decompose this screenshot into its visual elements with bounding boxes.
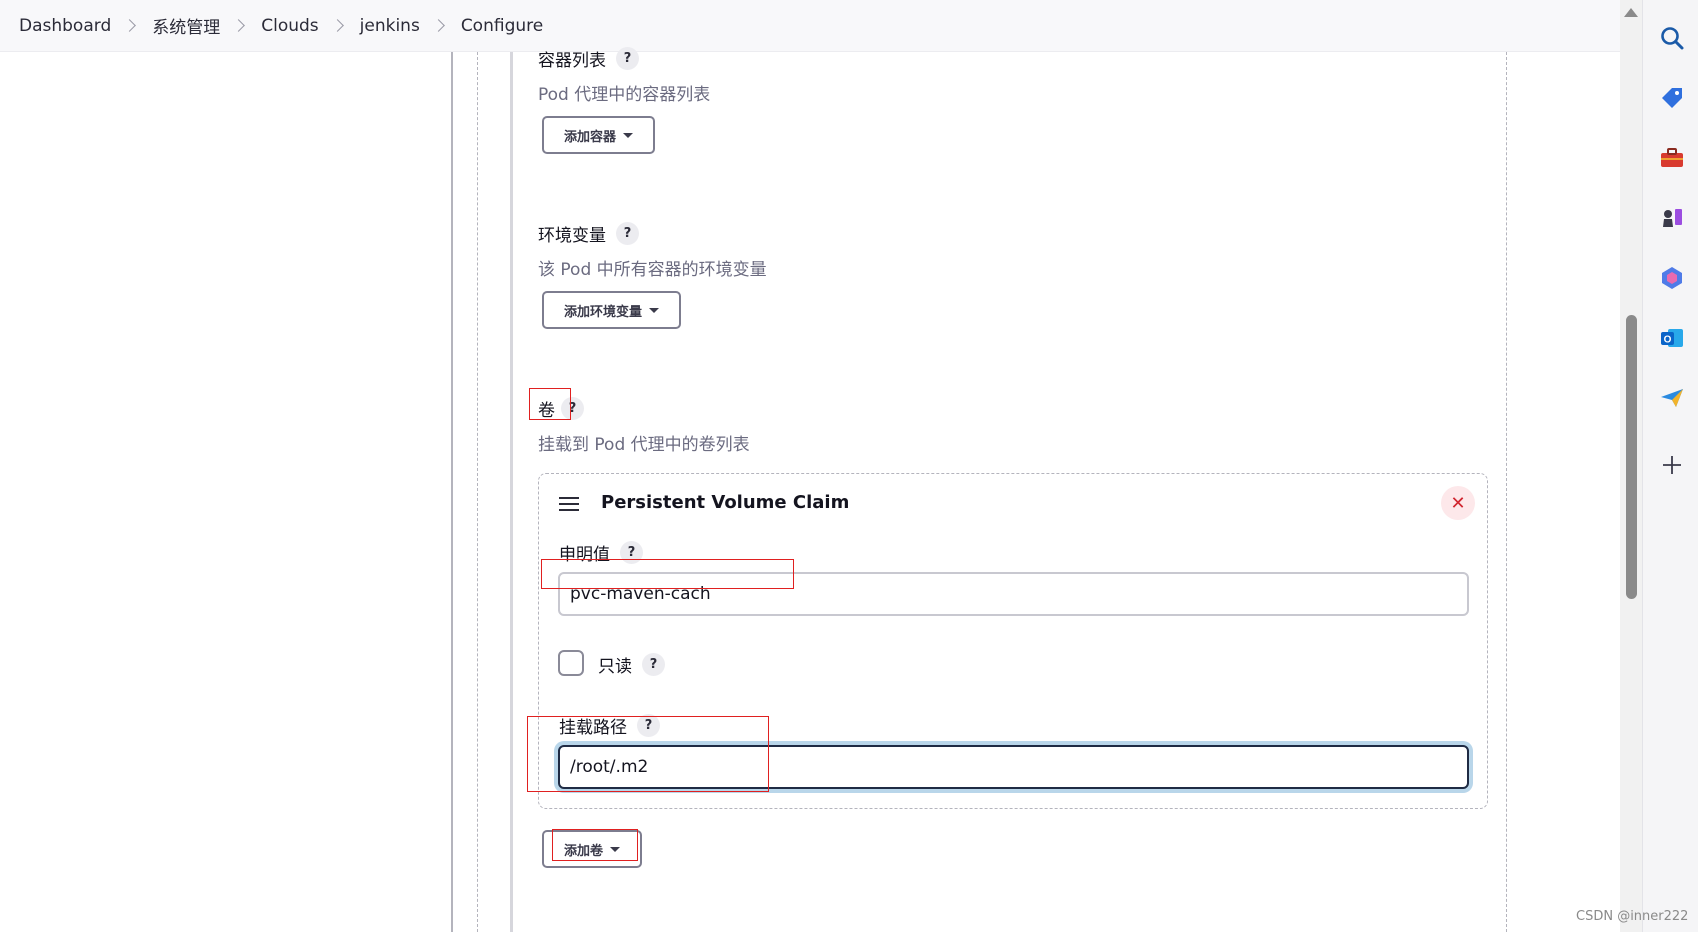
add-env-var-button[interactable]: 添加环境变量 (542, 291, 682, 329)
close-icon[interactable]: ✕ (1441, 486, 1475, 520)
toolbox-icon[interactable] (1658, 144, 1686, 172)
caret-down-icon (623, 132, 634, 138)
plus-icon[interactable] (1658, 451, 1686, 479)
breadcrumb-system-management[interactable]: 系统管理 (152, 13, 220, 38)
breadcrumb-jenkins[interactable]: jenkins (360, 16, 420, 36)
breadcrumb: Dashboard 系统管理 Clouds jenkins Configure (0, 0, 1620, 52)
section-border-right (1506, 52, 1507, 932)
help-icon[interactable]: ? (642, 653, 665, 676)
readonly-label-row: 只读 ? (598, 652, 665, 677)
tag-icon[interactable] (1658, 84, 1686, 112)
section-indent-bar (510, 52, 513, 932)
watermark: CSDN @inner222 (1576, 909, 1689, 924)
scroll-up-icon[interactable] (1624, 8, 1638, 17)
add-container-label: 添加容器 (564, 129, 617, 145)
section-divider (451, 52, 453, 932)
browser-side-panel: O (1642, 0, 1698, 932)
annotation-box (552, 829, 638, 861)
section-border-left (477, 52, 478, 932)
chevron-right-icon (431, 19, 445, 32)
copilot-icon[interactable] (1658, 264, 1686, 292)
outlook-icon[interactable]: O (1658, 324, 1686, 352)
env-label: 环境变量 (538, 226, 606, 246)
help-icon[interactable]: ? (616, 222, 639, 245)
readonly-label: 只读 (598, 657, 632, 677)
annotation-box (529, 388, 571, 420)
containers-label-row: 容器列表 ? (538, 46, 639, 71)
env-label-row: 环境变量 ? (538, 221, 639, 246)
add-container-button[interactable]: 添加容器 (542, 116, 656, 154)
chevron-right-icon (232, 19, 246, 32)
search-icon[interactable] (1658, 24, 1686, 52)
env-description: 该 Pod 中所有容器的环境变量 (538, 260, 767, 280)
annotation-box (541, 559, 794, 589)
send-icon[interactable] (1658, 384, 1686, 412)
caret-down-icon (649, 307, 660, 313)
containers-description: Pod 代理中的容器列表 (538, 85, 711, 105)
breadcrumb-configure[interactable]: Configure (461, 16, 543, 36)
drag-handle-icon[interactable] (559, 497, 579, 515)
breadcrumb-dashboard[interactable]: Dashboard (19, 16, 111, 36)
svg-text:O: O (1664, 335, 1672, 346)
pvc-card-title: Persistent Volume Claim (601, 492, 850, 513)
readonly-checkbox[interactable] (558, 650, 584, 676)
containers-label: 容器列表 (538, 51, 606, 71)
scrollbar-thumb[interactable] (1626, 315, 1637, 599)
chevron-right-icon (330, 19, 344, 32)
chess-icon[interactable] (1658, 204, 1686, 232)
add-env-var-label: 添加环境变量 (564, 304, 643, 320)
annotation-box (527, 716, 769, 792)
breadcrumb-clouds[interactable]: Clouds (261, 16, 318, 36)
volumes-description: 挂载到 Pod 代理中的卷列表 (538, 435, 750, 455)
help-icon[interactable]: ? (616, 47, 639, 70)
chevron-right-icon (123, 19, 137, 32)
